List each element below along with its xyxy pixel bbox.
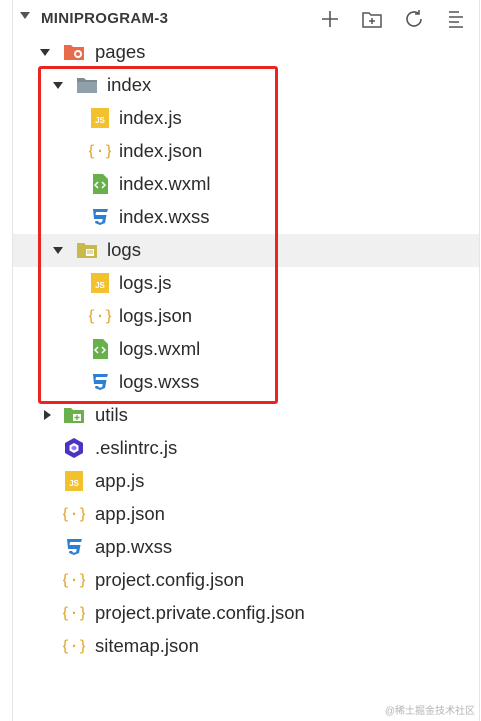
tree-item-app-js[interactable]: JS app.js bbox=[13, 465, 479, 498]
json-file-icon: {·} bbox=[63, 504, 85, 524]
new-folder-icon[interactable] bbox=[360, 7, 384, 31]
chevron-right-icon[interactable] bbox=[44, 410, 51, 420]
utils-folder-icon bbox=[63, 405, 85, 425]
tree-item-project-private-config[interactable]: {·} project.private.config.json bbox=[13, 597, 479, 630]
eslint-icon bbox=[63, 438, 85, 458]
pages-folder-icon bbox=[63, 42, 85, 62]
project-title: MINIPROGRAM-3 bbox=[41, 10, 169, 27]
tree-item-pages[interactable]: pages bbox=[13, 36, 479, 69]
collapse-all-icon[interactable] bbox=[444, 7, 468, 31]
tree-item-label: pages bbox=[95, 41, 146, 62]
explorer-panel: MINIPROGRAM-3 pages index JS index.js · … bbox=[12, 0, 480, 721]
js-file-icon: JS bbox=[63, 471, 85, 491]
tree-item-label: app.wxss bbox=[95, 536, 173, 557]
tree-item-label: app.js bbox=[95, 470, 145, 491]
watermark: @稀土掘金技术社区 bbox=[384, 706, 475, 717]
tree-item-app-wxss[interactable]: app.wxss bbox=[13, 531, 479, 564]
tree-item-label: app.json bbox=[95, 503, 165, 524]
json-file-icon: {·} bbox=[63, 603, 85, 623]
refresh-icon[interactable] bbox=[402, 7, 426, 31]
svg-text:JS: JS bbox=[69, 479, 79, 488]
tree-item-project-config[interactable]: {·} project.config.json bbox=[13, 564, 479, 597]
svg-text:{·}: {·} bbox=[63, 604, 85, 622]
tree-item-label: project.private.config.json bbox=[95, 602, 305, 623]
chevron-down-icon[interactable] bbox=[40, 49, 50, 56]
tree-item-sitemap[interactable]: {·} sitemap.json bbox=[13, 630, 479, 663]
tree-item-label: .eslintrc.js bbox=[95, 437, 178, 458]
tree-item-label: sitemap.json bbox=[95, 635, 199, 656]
plus-icon[interactable] bbox=[318, 7, 342, 31]
wxss-file-icon bbox=[63, 537, 85, 557]
tree-item-eslintrc[interactable]: .eslintrc.js bbox=[13, 432, 479, 465]
json-file-icon: {·} bbox=[63, 570, 85, 590]
tree-item-label: project.config.json bbox=[95, 569, 245, 590]
highlight-annotation-box bbox=[38, 66, 278, 404]
svg-text:{·}: {·} bbox=[63, 505, 85, 523]
tree-item-app-json[interactable]: {·} app.json bbox=[13, 498, 479, 531]
tree-item-label: utils bbox=[95, 404, 128, 425]
svg-text:{·}: {·} bbox=[63, 571, 85, 589]
explorer-header[interactable]: MINIPROGRAM-3 bbox=[13, 0, 479, 38]
collapse-section-icon[interactable] bbox=[20, 12, 30, 19]
json-file-icon: {·} bbox=[63, 636, 85, 656]
svg-text:{·}: {·} bbox=[63, 637, 85, 655]
